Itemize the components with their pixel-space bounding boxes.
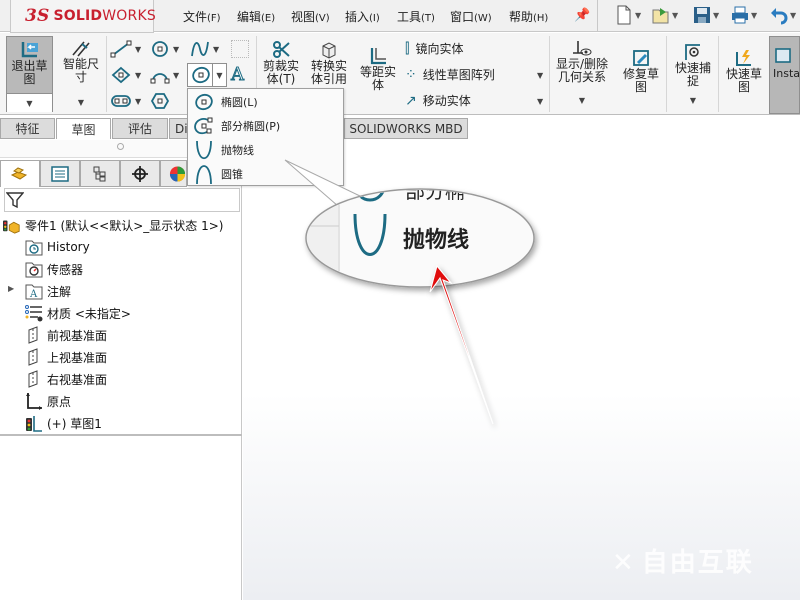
red-arrow-annotation	[429, 264, 494, 425]
magnified-parabola-label: 抛物线	[403, 227, 469, 253]
callout-overlay: 部分椭 抛物线	[284, 159, 535, 425]
